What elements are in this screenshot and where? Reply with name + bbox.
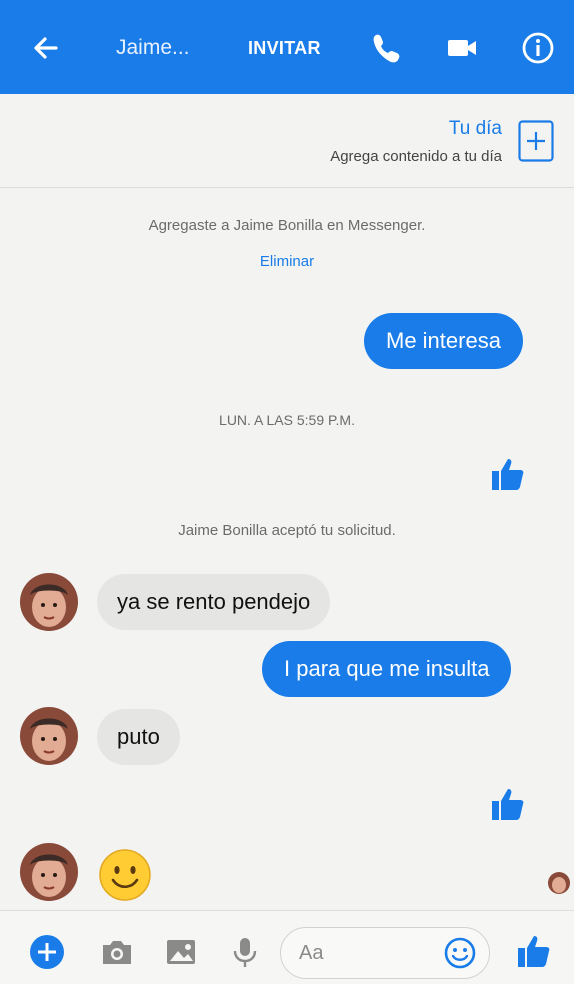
plus-circle-icon[interactable] <box>28 933 66 971</box>
composer-bar: Aa <box>0 910 574 984</box>
your-day-subtitle: Agrega contenido a tu día <box>330 148 502 165</box>
avatar[interactable] <box>20 707 78 765</box>
message-incoming: puto <box>97 709 180 765</box>
app-bar: Jaime... INVITAR <box>0 0 574 94</box>
thumbs-up-send-icon[interactable] <box>514 931 554 971</box>
remove-link[interactable]: Eliminar <box>0 253 574 270</box>
video-camera-icon[interactable] <box>444 30 480 66</box>
message-outgoing: Me interesa <box>364 313 523 369</box>
emoji-picker-icon[interactable] <box>443 936 477 970</box>
invite-button[interactable]: INVITAR <box>248 38 321 59</box>
contact-name[interactable]: Jaime... <box>116 36 190 60</box>
avatar[interactable] <box>20 573 78 631</box>
message-outgoing: I para que me insulta <box>262 641 512 697</box>
accepted-notice: Jaime Bonilla aceptó tu solicitud. <box>178 522 396 539</box>
image-gallery-icon[interactable] <box>162 933 200 971</box>
added-notice: Agregaste a Jaime Bonilla en Messenger. <box>148 217 426 234</box>
thumbs-up-icon <box>492 459 524 490</box>
camera-icon[interactable] <box>98 933 136 971</box>
smiley-emoji-icon <box>99 849 151 901</box>
read-receipt-avatar <box>548 872 570 894</box>
microphone-icon[interactable] <box>226 933 264 971</box>
back-arrow-icon[interactable] <box>30 32 62 64</box>
your-day-row[interactable]: Tu día Agrega contenido a tu día <box>0 94 574 188</box>
timestamp: LUN. A LAS 5:59 P.M. <box>219 412 355 428</box>
phone-icon[interactable] <box>368 30 404 66</box>
your-day-title: Tu día <box>448 118 502 139</box>
info-icon[interactable] <box>520 30 556 66</box>
message-incoming: ya se rento pendejo <box>97 574 331 630</box>
thumbs-up-icon <box>492 789 524 820</box>
message-input[interactable]: Aa <box>280 927 490 979</box>
message-input-placeholder: Aa <box>299 942 324 964</box>
avatar[interactable] <box>20 843 78 901</box>
add-story-plus-icon[interactable] <box>518 120 554 162</box>
